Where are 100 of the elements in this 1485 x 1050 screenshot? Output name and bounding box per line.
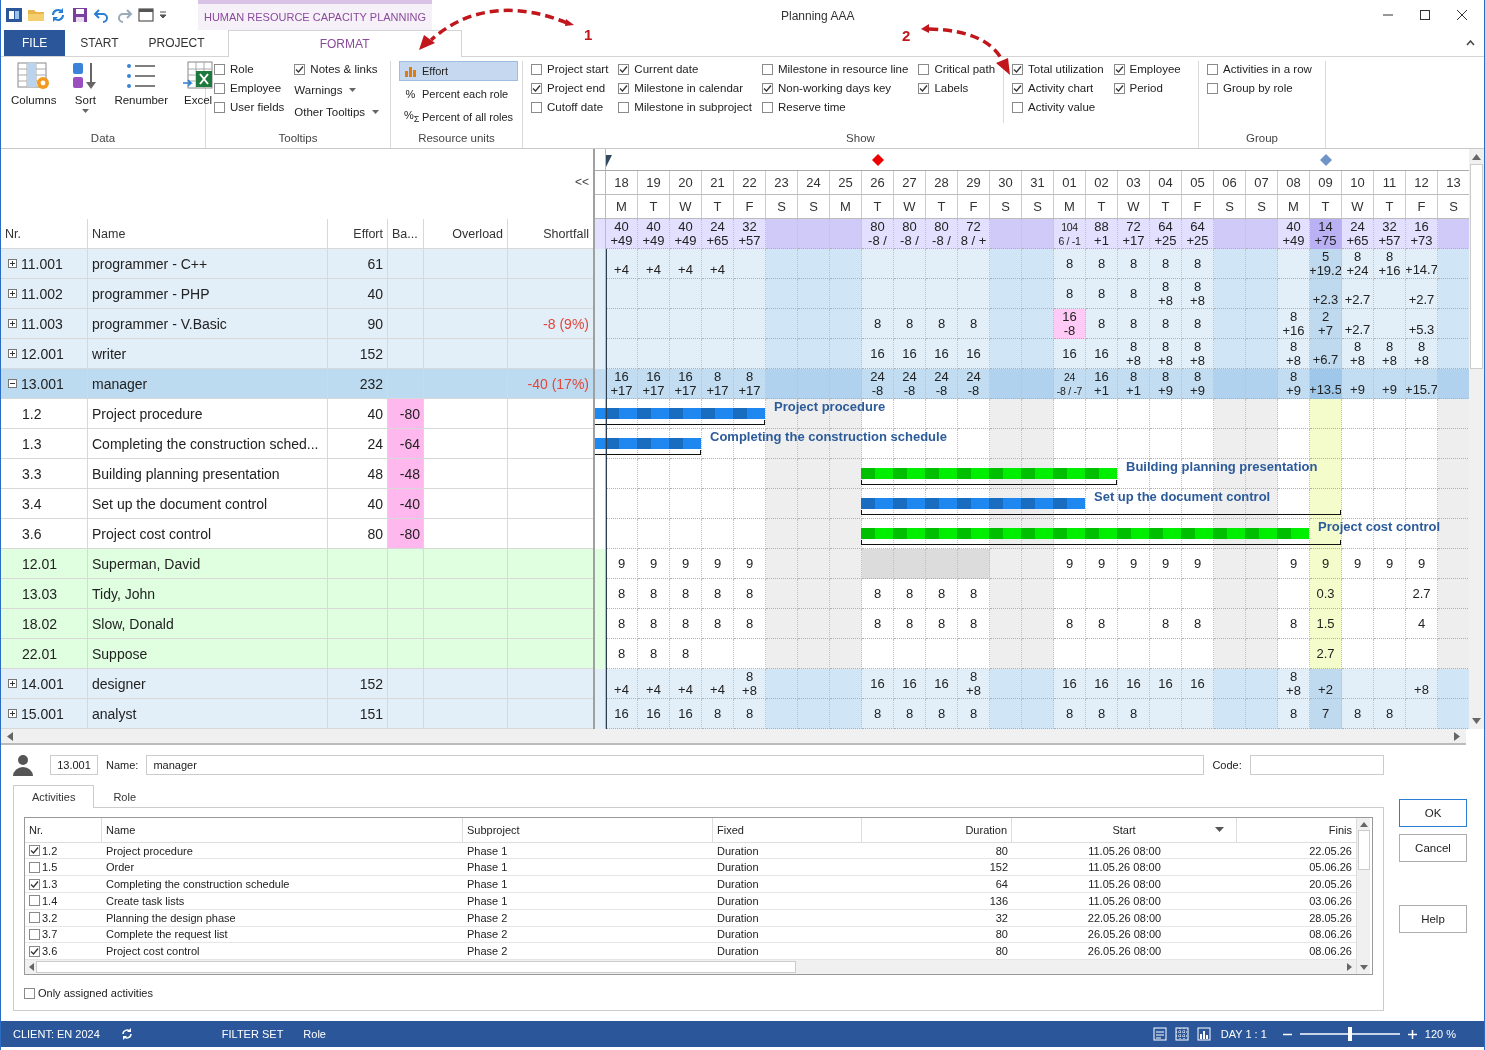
column-header[interactable]: Duration xyxy=(862,818,1012,842)
table-row[interactable]: 11.002 programmer - PHP 40 xyxy=(1,279,593,309)
checkbox[interactable] xyxy=(531,101,542,113)
column-header[interactable]: Nr. xyxy=(25,818,102,842)
ribbon-button[interactable]: Sort xyxy=(68,61,103,113)
expand-icon[interactable] xyxy=(8,349,17,358)
checkbox-label[interactable]: Project end xyxy=(547,82,606,94)
table-row[interactable]: 11.003 programmer - V.Basic 90 -8 (9%) xyxy=(1,309,593,339)
checkbox-label[interactable]: Period xyxy=(1129,82,1163,94)
column-header[interactable]: Start xyxy=(1012,818,1237,842)
expand-icon[interactable] xyxy=(8,679,17,688)
table-row[interactable]: 18.02 Slow, Donald xyxy=(1,609,593,639)
table-row[interactable]: 12.01 Superman, David xyxy=(1,549,593,579)
refresh-icon[interactable] xyxy=(49,6,67,24)
checkbox[interactable] xyxy=(531,63,542,75)
layout-icon[interactable] xyxy=(1152,1027,1167,1041)
tab[interactable]: Activities xyxy=(13,785,95,808)
dropdown-button[interactable]: Other Tooltips xyxy=(294,102,380,121)
ribbon-button[interactable]: Renumber xyxy=(112,61,171,106)
checkbox-label[interactable]: Cutoff date xyxy=(547,101,604,113)
column-header[interactable]: Shortfall xyxy=(508,219,593,248)
column-header[interactable]: Name xyxy=(88,219,328,248)
bar-segment[interactable] xyxy=(605,408,637,419)
scroll-right-icon[interactable] xyxy=(1454,731,1460,741)
maximize-icon[interactable] xyxy=(1420,10,1430,20)
ribbon-tab[interactable]: PROJECT xyxy=(133,30,220,56)
refresh-icon[interactable] xyxy=(119,1027,134,1041)
checkbox-label[interactable]: Project start xyxy=(547,63,609,75)
checkbox-label[interactable]: Activity value xyxy=(1028,101,1096,113)
checkbox[interactable] xyxy=(1207,63,1218,75)
checkbox[interactable] xyxy=(29,929,40,940)
bar-segment[interactable] xyxy=(605,438,637,449)
checkbox[interactable] xyxy=(1207,82,1218,94)
ribbon-tab[interactable]: FILE xyxy=(4,30,66,56)
dialog-button[interactable]: Help xyxy=(1399,905,1467,933)
scroll-left-icon[interactable] xyxy=(7,731,13,741)
checkbox[interactable] xyxy=(214,63,225,75)
table-row[interactable]: 14.001 designer 152 xyxy=(1,669,593,699)
checkbox[interactable] xyxy=(618,63,630,75)
checkbox-label[interactable]: Reserve time xyxy=(778,101,846,113)
checkbox-label[interactable]: Milestone in subproject xyxy=(634,101,752,113)
column-header[interactable]: Name xyxy=(102,818,463,842)
ribbon-button[interactable]: Excel xyxy=(180,61,217,106)
collapse-ribbon-icon[interactable] xyxy=(1466,40,1475,46)
scroll-down-icon[interactable] xyxy=(1359,965,1368,970)
table-row[interactable]: 12.001 writer 152 xyxy=(1,339,593,369)
checkbox[interactable] xyxy=(918,63,930,75)
checkbox[interactable] xyxy=(762,82,773,94)
checkbox[interactable] xyxy=(29,845,40,857)
table-row[interactable]: 1.3 Completing the construction sched... 24 -64 xyxy=(1,429,593,459)
undo-icon[interactable] xyxy=(93,6,111,24)
table-row[interactable]: 1.2 Project procedure 40 -80 xyxy=(1,399,593,429)
scroll-thumb[interactable] xyxy=(1357,830,1370,870)
checkbox-label[interactable]: Non-working days key xyxy=(778,82,892,94)
checkbox[interactable] xyxy=(1012,101,1024,113)
checkbox[interactable] xyxy=(29,878,40,890)
checkbox[interactable] xyxy=(29,912,40,924)
expand-icon[interactable] xyxy=(8,259,17,268)
checkbox-label[interactable]: Activities in a row xyxy=(1223,63,1312,75)
checkbox[interactable] xyxy=(29,895,40,907)
checkbox-label[interactable]: Total utilization xyxy=(1028,63,1104,75)
checkbox[interactable] xyxy=(214,101,225,113)
horizontal-scrollbar[interactable] xyxy=(25,960,1356,974)
checkbox-label[interactable]: Employee xyxy=(230,82,282,94)
checkbox[interactable] xyxy=(24,987,35,999)
checkbox[interactable] xyxy=(294,63,306,75)
grid-icon[interactable] xyxy=(1174,1027,1189,1041)
dropdown-button[interactable]: Warnings xyxy=(294,80,380,99)
checkbox-label[interactable]: Employee xyxy=(1129,63,1181,75)
horizontal-scrollbar[interactable] xyxy=(1,729,1466,745)
table-row[interactable]: 3.4 Set up the document control 40 -40 xyxy=(1,489,593,519)
number-field[interactable]: 13.001 xyxy=(50,755,98,775)
window-icon[interactable] xyxy=(137,6,155,24)
checkbox-label[interactable]: Milestone in resource line xyxy=(778,63,909,75)
table-row[interactable]: 13.03 Tidy, John xyxy=(1,579,593,609)
checkbox[interactable] xyxy=(762,101,773,113)
checkbox-label[interactable]: Labels xyxy=(934,82,969,94)
slider-thumb[interactable] xyxy=(1347,1027,1352,1041)
dialog-button[interactable]: Cancel xyxy=(1399,834,1467,862)
checkbox[interactable] xyxy=(918,82,930,94)
vertical-scrollbar[interactable] xyxy=(1356,818,1370,974)
scroll-up-icon[interactable] xyxy=(1359,822,1368,827)
tab[interactable]: Role xyxy=(94,785,156,807)
app-icon[interactable] xyxy=(5,6,23,24)
dialog-button[interactable]: OK xyxy=(1399,799,1467,827)
column-header[interactable]: Fixed xyxy=(713,818,862,842)
expand-icon[interactable] xyxy=(8,289,17,298)
checkbox-label[interactable]: User fields xyxy=(230,101,285,113)
checkbox[interactable] xyxy=(29,945,40,957)
table-row[interactable]: 3.3 Building planning presentation 48 -48 xyxy=(1,459,593,489)
table-row[interactable]: 15.001 analyst 151 xyxy=(1,699,593,729)
ribbon-tab[interactable]: START xyxy=(65,30,134,56)
checkbox-label[interactable]: Notes & links xyxy=(310,63,378,75)
close-icon[interactable] xyxy=(1457,10,1467,20)
scroll-down-icon[interactable] xyxy=(1472,718,1481,724)
checkbox[interactable] xyxy=(618,82,630,94)
option-button[interactable]: % Percent each role xyxy=(399,84,519,104)
collapse-button[interactable]: << xyxy=(575,175,589,189)
checkbox[interactable] xyxy=(214,82,225,94)
column-header[interactable]: Overload xyxy=(424,219,508,248)
